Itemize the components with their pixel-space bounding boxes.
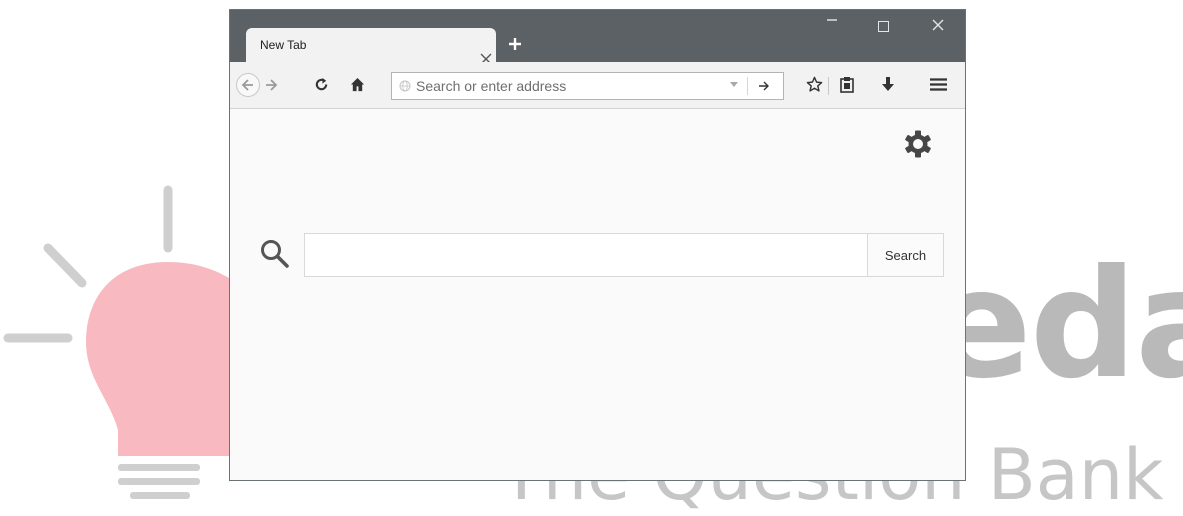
- bookmark-star-icon[interactable]: [806, 76, 823, 93]
- minimize-icon[interactable]: [826, 14, 838, 30]
- address-bar-divider: [747, 77, 748, 95]
- watermark-brand: eda: [930, 238, 1183, 412]
- new-tab-page: Search: [230, 109, 965, 480]
- back-button[interactable]: [236, 73, 260, 97]
- address-bar[interactable]: [391, 72, 784, 100]
- forward-arrow-icon[interactable]: [264, 78, 278, 92]
- toolbar-divider: [828, 77, 829, 95]
- hamburger-menu-icon[interactable]: [930, 77, 947, 92]
- search-icon: [261, 240, 289, 268]
- new-tab-plus-icon[interactable]: [508, 33, 522, 55]
- search-input[interactable]: [305, 234, 867, 276]
- address-input[interactable]: [416, 75, 716, 97]
- go-arrow-icon[interactable]: [757, 79, 771, 93]
- dropdown-icon[interactable]: [729, 79, 739, 92]
- back-arrow-icon: [241, 79, 253, 91]
- tab-title: New Tab: [260, 38, 307, 52]
- search-box: Search: [304, 233, 944, 277]
- navigation-toolbar: [230, 62, 965, 109]
- home-icon[interactable]: [350, 77, 365, 92]
- browser-window: New Tab Search or enter address Search: [229, 9, 966, 481]
- gear-icon[interactable]: [903, 129, 933, 159]
- clipboard-icon[interactable]: [839, 76, 855, 93]
- search-button[interactable]: Search: [867, 234, 943, 276]
- maximize-icon[interactable]: [878, 21, 889, 32]
- close-window-icon[interactable]: [932, 16, 944, 34]
- download-icon[interactable]: [881, 76, 895, 93]
- tab-new-tab[interactable]: New Tab: [246, 28, 496, 65]
- reload-icon[interactable]: [314, 77, 329, 92]
- title-bar: New Tab: [230, 10, 965, 65]
- globe-icon: [399, 80, 411, 92]
